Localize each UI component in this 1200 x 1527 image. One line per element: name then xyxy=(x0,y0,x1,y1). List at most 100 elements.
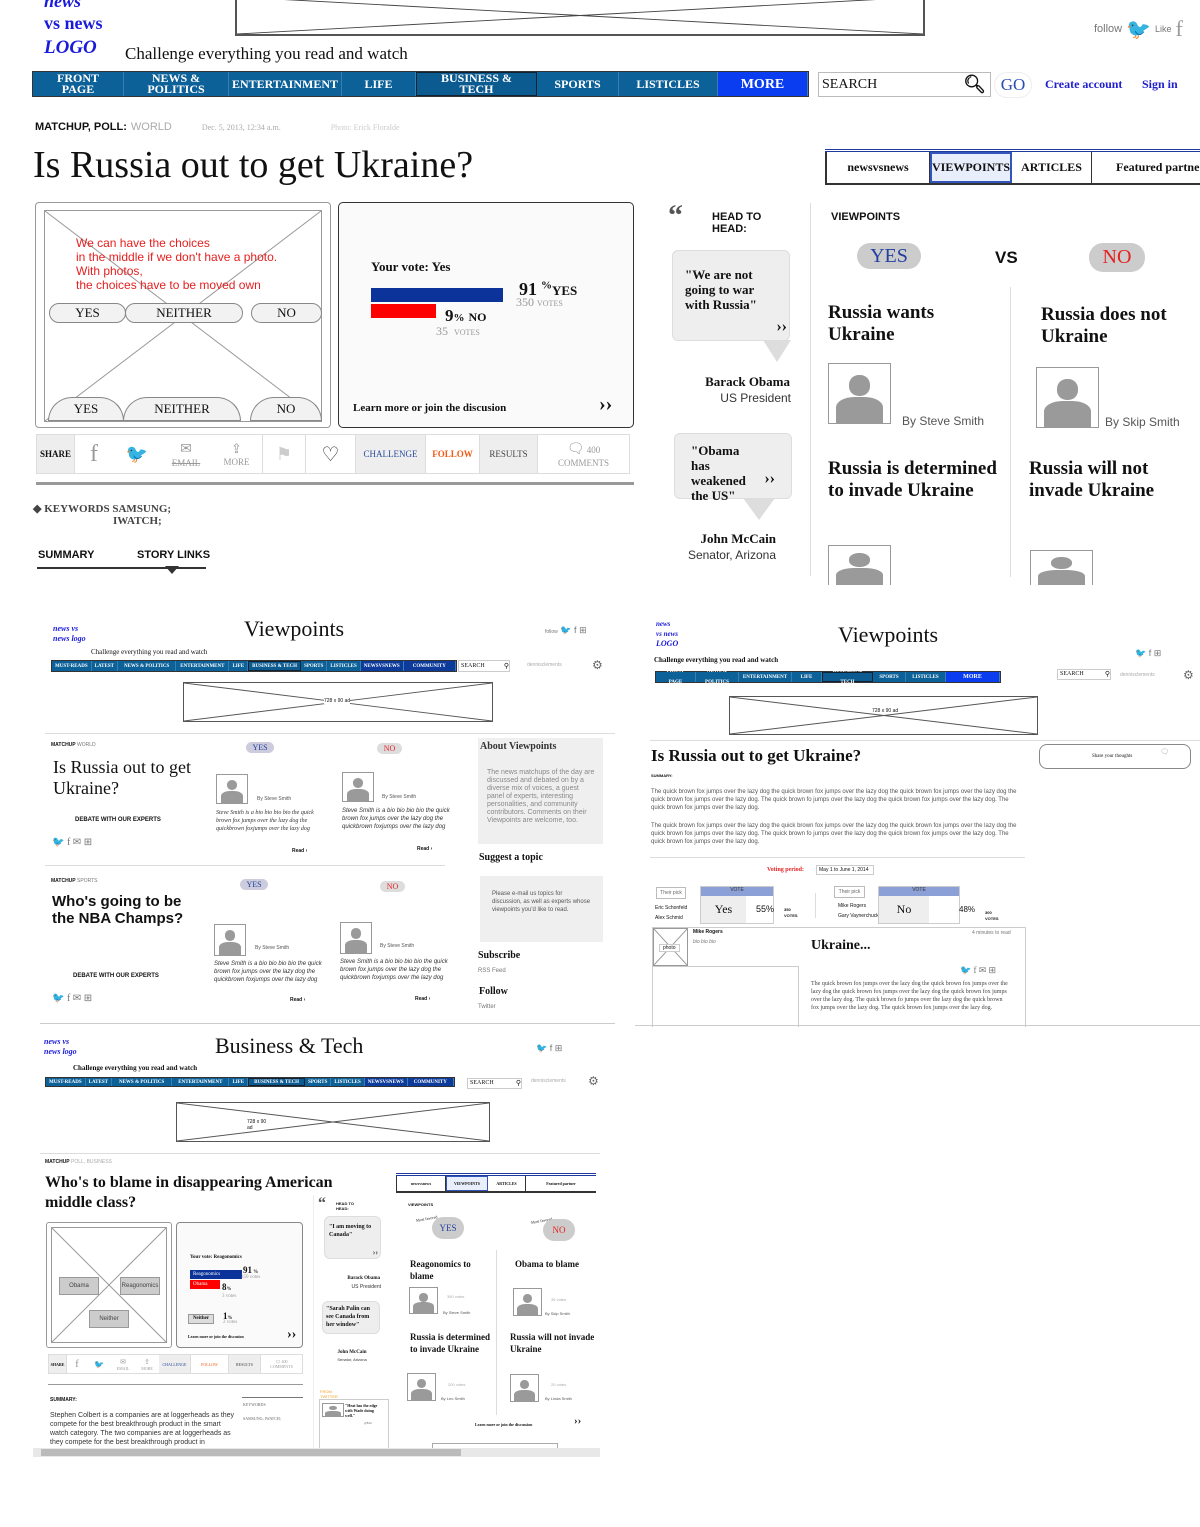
quote-bubble[interactable]: "Obama has weakened the US" ›› xyxy=(674,433,792,520)
viewpoint-title[interactable]: Obama to blame xyxy=(515,1258,605,1270)
follow-button[interactable]: FOLLOW xyxy=(426,435,480,473)
twitter-link[interactable]: Twitter xyxy=(478,1004,496,1010)
vote-yes-button[interactable]: Yes xyxy=(701,896,746,923)
plus-icon[interactable]: ⊞ xyxy=(84,837,92,848)
tab-viewpoints[interactable]: VIEWPOINTS xyxy=(446,1176,488,1191)
yes-badge[interactable]: YES xyxy=(240,879,268,890)
viewpoint-title[interactable]: Russia is determined to invade Ukraine xyxy=(828,458,1008,502)
comments-button[interactable]: 🗨 400 COMMENTS xyxy=(261,1355,302,1373)
choice-yes-tab[interactable]: YES xyxy=(48,397,124,421)
learn-more-link[interactable]: Learn more or join the discusion xyxy=(353,402,506,414)
tweet-handle[interactable]: @Enit xyxy=(364,1421,372,1425)
go-button[interactable]: GO xyxy=(994,72,1032,98)
twitter-icon[interactable]: 🐦 xyxy=(87,1355,111,1373)
tab-articles[interactable]: ARTICLES xyxy=(1012,152,1092,183)
nav-item[interactable]: LISTICLES xyxy=(906,672,946,682)
choice-no-button[interactable]: NO xyxy=(251,303,322,323)
nav-item[interactable]: ENTERTAINMENT xyxy=(176,661,230,671)
search-field[interactable]: SEARCH ⚲ xyxy=(1057,669,1111,680)
nav-item[interactable]: COMMUNITY xyxy=(407,1078,454,1086)
nav-item[interactable]: LIFE xyxy=(229,1078,249,1086)
nav-entertainment[interactable]: ENTERTAINMENT xyxy=(229,72,342,96)
nav-item[interactable]: SPORTS xyxy=(305,1078,332,1086)
nav-item[interactable]: LATEST xyxy=(86,1078,112,1086)
nav-item[interactable]: LIFE xyxy=(229,661,249,671)
quote-bubble[interactable]: "We are not going to war with Russia" ›› xyxy=(672,250,791,362)
viewpoint-title[interactable]: Russia will not invade Ukraine xyxy=(510,1331,605,1355)
plus-icon[interactable]: ⊞ xyxy=(84,993,92,1004)
comments-button[interactable]: 🗨 400 COMMENTS xyxy=(538,435,629,473)
search-field[interactable]: SEARCH ⚲ xyxy=(458,660,510,672)
choice-yes-button[interactable]: YES xyxy=(49,303,126,323)
search-icon[interactable]: ⚲ xyxy=(1105,670,1110,679)
chevron-right-icon[interactable]: ›› xyxy=(574,1415,581,1427)
learn-more-link[interactable]: Learn more or join the discusion xyxy=(188,1334,244,1339)
plus-icon[interactable]: ⊞ xyxy=(989,965,997,975)
challenge-button[interactable]: CHALLENGE xyxy=(159,1355,191,1373)
keyword[interactable]: IWATCH; xyxy=(33,515,171,527)
meta-section[interactable]: POLL, BUSINESS xyxy=(71,1159,112,1165)
choice-reagonomics-button[interactable]: Reagonomics xyxy=(120,1277,160,1295)
yes-badge[interactable]: YES xyxy=(246,742,274,753)
choice-obama-button[interactable]: Obama xyxy=(59,1277,99,1295)
tab-newsvsnews[interactable]: newsvsnews xyxy=(825,152,930,183)
viewpoint-title[interactable]: Russia does not Ukraine xyxy=(1041,304,1191,348)
email-icon[interactable]: ✉ xyxy=(73,837,81,848)
gear-icon[interactable]: ⚙ xyxy=(1183,668,1194,683)
facebook-icon[interactable]: f xyxy=(67,837,70,848)
nav-item[interactable]: LISTICLES xyxy=(327,661,361,671)
facebook-icon[interactable]: f xyxy=(67,1355,87,1373)
tab-newsvsnews[interactable]: newsvsnews xyxy=(396,1176,446,1191)
twitter-icon[interactable]: 🐦 xyxy=(113,435,161,473)
tab-featured-partner[interactable]: Featured partne xyxy=(1092,152,1200,183)
nav-sports[interactable]: SPORTS xyxy=(537,72,619,96)
item-section[interactable]: SPORTS xyxy=(77,878,97,884)
nav-item[interactable]: BUSINESS & TECH xyxy=(248,1078,306,1086)
facebook-icon[interactable]: f xyxy=(67,993,70,1004)
panelist-name[interactable]: Gary Vaynerchuck xyxy=(838,911,879,921)
item-section[interactable]: WORLD xyxy=(77,742,96,748)
chevron-right-icon[interactable]: ›› xyxy=(776,318,787,336)
challenge-button[interactable]: CHALLENGE xyxy=(356,435,426,473)
plus-icon[interactable]: ⊞ xyxy=(1154,648,1162,658)
nav-front-page[interactable]: FRONT PAGE xyxy=(33,72,124,96)
nav-more[interactable]: MORE xyxy=(718,72,808,96)
email-icon[interactable]: ✉ xyxy=(73,993,81,1004)
flag-icon[interactable]: ⚑ xyxy=(263,435,306,473)
user-name[interactable]: dennisclements xyxy=(1120,672,1155,678)
more-share-button[interactable]: ⇪ MORE xyxy=(135,1355,159,1373)
chevron-right-icon[interactable]: ›› xyxy=(764,470,775,488)
nav-item[interactable]: NEWS & POLITICS xyxy=(118,661,177,671)
nav-item[interactable]: MORE xyxy=(946,672,1000,682)
search-icon[interactable]: ⚲ xyxy=(504,661,509,671)
choice-neither-button[interactable]: NEITHER xyxy=(125,303,243,323)
keyword[interactable]: SAMSUNG; xyxy=(112,503,171,515)
quote-bubble[interactable]: "Sarah Palin can see Canada from her win… xyxy=(322,1301,380,1334)
viewpoint-title[interactable]: Reagonomics to blame xyxy=(410,1258,490,1282)
user-name[interactable]: dennisclements xyxy=(531,1078,566,1084)
twitter-icon[interactable]: 🐦 xyxy=(560,625,571,635)
read-link[interactable]: Read › xyxy=(292,848,307,854)
nav-item[interactable]: NEWSVSNEWS xyxy=(364,1078,408,1086)
nav-item[interactable]: COMMUNITY xyxy=(403,661,456,671)
site-logo[interactable]: news vs news LOGO xyxy=(656,619,678,649)
panelist-name[interactable]: Alex Schmid xyxy=(655,913,687,923)
voting-period-field[interactable]: May 1 to June 1, 2014 xyxy=(816,865,874,875)
horizontal-scrollbar[interactable] xyxy=(33,1448,600,1457)
vote-no-button[interactable]: No xyxy=(879,896,929,923)
nav-item[interactable]: MUST-READS xyxy=(46,1078,86,1086)
article-author[interactable]: Mike Rogers xyxy=(693,929,723,935)
nav-item[interactable]: SPORTS xyxy=(301,661,328,671)
nav-life[interactable]: LIFE xyxy=(342,72,416,96)
no-badge[interactable]: NO xyxy=(1089,243,1145,272)
panelist-name[interactable]: Eric Schonfeld xyxy=(655,903,687,913)
plus-icon[interactable]: ⊞ xyxy=(555,1043,563,1053)
item-title[interactable]: Who's going to be the NBA Champs? xyxy=(52,893,202,927)
quote-bubble[interactable]: "I am moving to Canada" ›› xyxy=(324,1216,381,1259)
nav-news-politics[interactable]: NEWS & POLITICS xyxy=(124,72,229,96)
keywords-values[interactable]: SAMSUNG; IWATCH; xyxy=(243,1416,281,1421)
nav-listicles[interactable]: LISTICLES xyxy=(619,72,718,96)
nav-item[interactable]: LIFE xyxy=(792,672,822,682)
twitter-icon[interactable]: 🐦 xyxy=(960,965,971,975)
nav-item[interactable]: FRONT PAGE xyxy=(656,669,696,685)
